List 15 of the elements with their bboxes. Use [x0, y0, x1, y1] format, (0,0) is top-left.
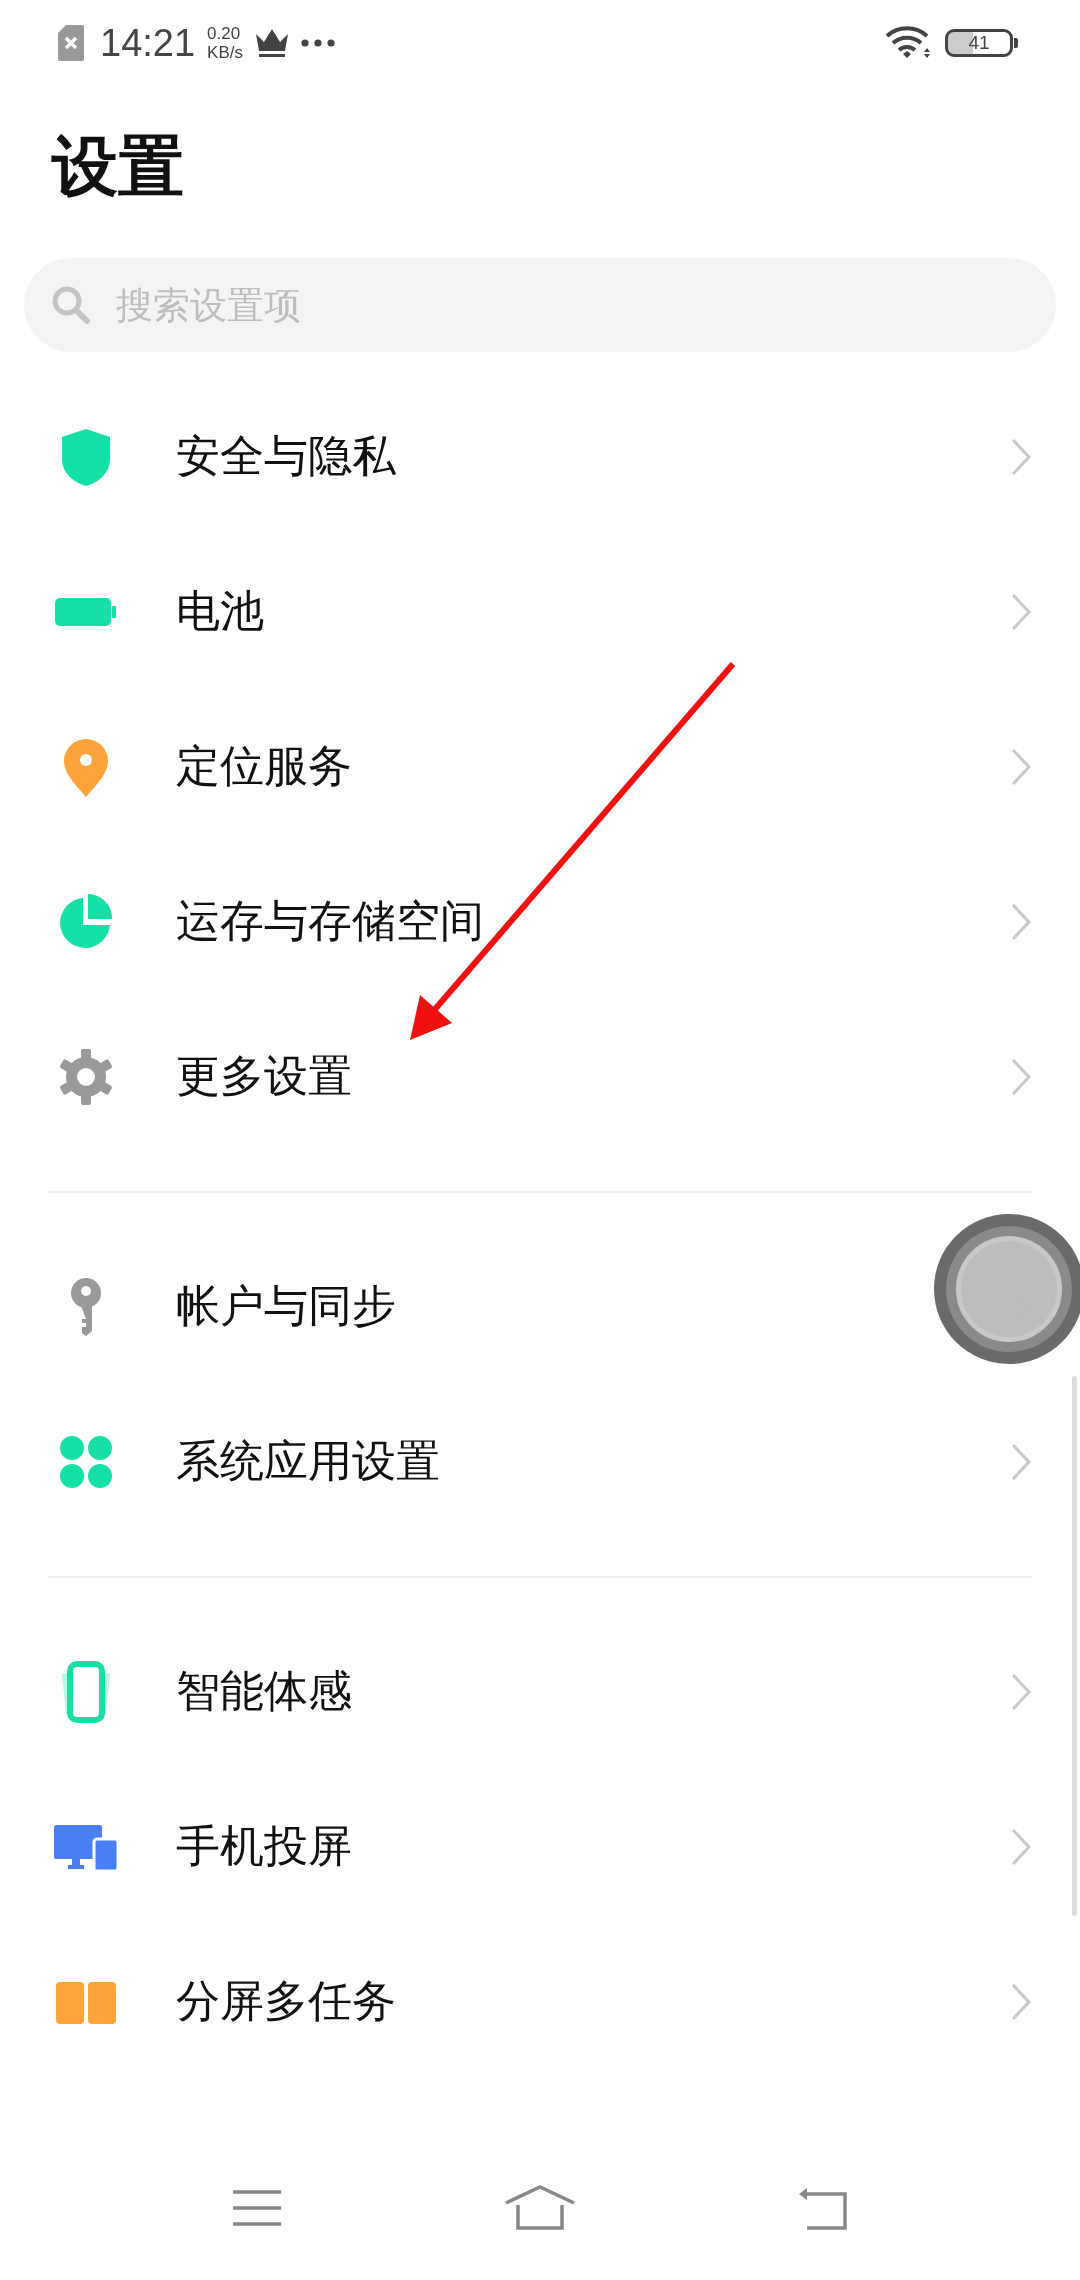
- item-label: 电池: [176, 584, 265, 638]
- item-label: 智能体感: [176, 1664, 353, 1718]
- item-label: 安全与隐私: [176, 429, 397, 483]
- item-label: 定位服务: [176, 739, 353, 793]
- battery-indicator: 41: [945, 29, 1018, 57]
- network-speed: 0.20: [207, 24, 242, 43]
- item-label: 系统应用设置: [176, 1434, 441, 1488]
- page-title: 设置: [52, 127, 185, 207]
- item-label: 运存与存储空间: [176, 894, 485, 948]
- clock-time: 14:21: [100, 21, 196, 65]
- item-label: 帐户与同步: [176, 1279, 397, 1333]
- item-label: 手机投屏: [176, 1819, 353, 1873]
- speed-unit: KB/s: [207, 43, 243, 62]
- item-label: 更多设置: [176, 1049, 353, 1103]
- item-label: 分屏多任务: [176, 1974, 397, 2028]
